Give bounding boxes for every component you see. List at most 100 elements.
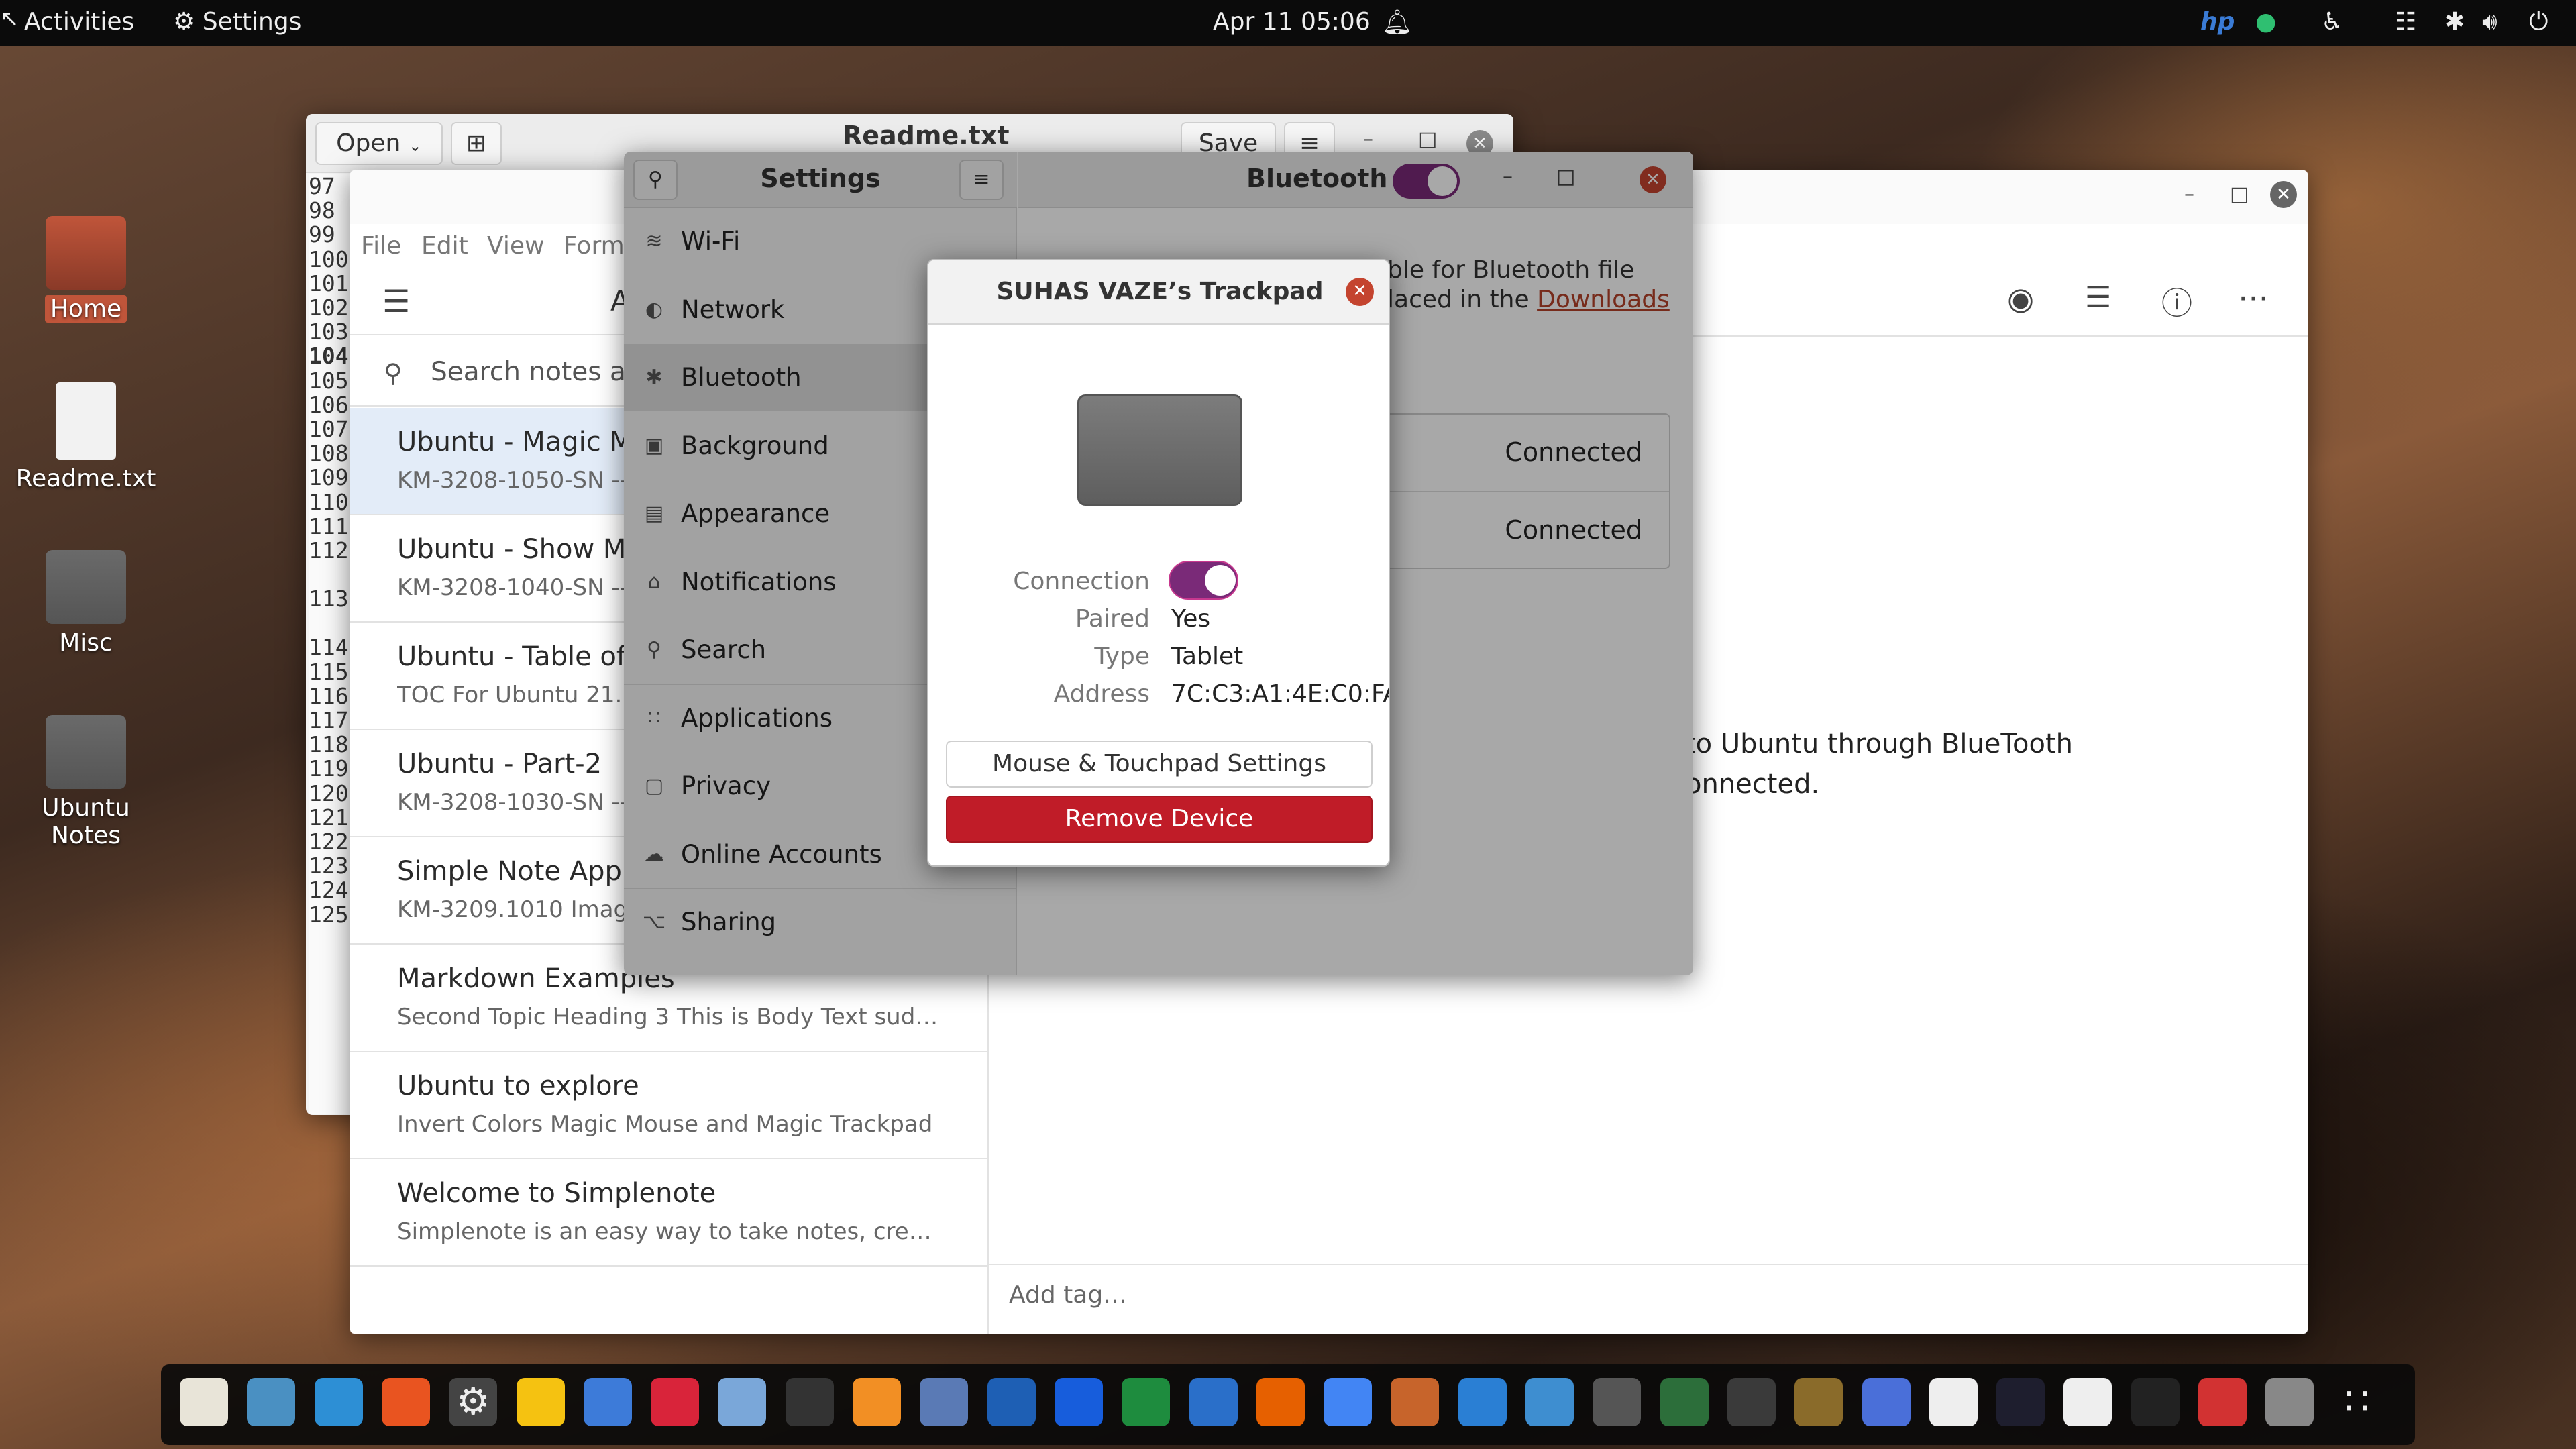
paired-value: Yes: [1171, 605, 1211, 633]
note-list-item[interactable]: Ubuntu to explore Invert Colors Magic Mou…: [350, 1052, 987, 1159]
monitor-icon[interactable]: [1525, 1378, 1574, 1426]
back-arrow-icon[interactable]: [2063, 1378, 2112, 1426]
mouse-touchpad-settings-button[interactable]: Mouse & Touchpad Settings: [946, 741, 1373, 788]
mail-icon[interactable]: [718, 1378, 767, 1426]
maximize-icon[interactable]: □: [2230, 182, 2249, 206]
menu-file[interactable]: File: [361, 232, 401, 260]
volume-icon[interactable]: 🔊︎: [2482, 8, 2498, 36]
line-number: 99: [309, 221, 335, 248]
vscode-icon[interactable]: [1996, 1378, 2045, 1426]
note-list-item[interactable]: Welcome to Simplenote Simplenote is an ea…: [350, 1159, 987, 1267]
menu-format[interactable]: Form: [564, 232, 625, 260]
line-number: 116: [309, 682, 349, 709]
line-number: 107: [309, 416, 349, 443]
preview-eye-icon[interactable]: ◉: [2007, 280, 2034, 317]
open-button[interactable]: Open ⌄: [315, 122, 443, 165]
folder-icon: [46, 550, 126, 624]
new-document-button[interactable]: ⊞: [451, 122, 502, 165]
boxes-icon[interactable]: [1727, 1378, 1776, 1426]
store-bag-icon[interactable]: [583, 1378, 632, 1426]
show-apps-icon[interactable]: ∷: [2333, 1378, 2381, 1426]
editor-title: Readme.txt: [843, 121, 1010, 150]
checklist-app-icon[interactable]: [2198, 1378, 2247, 1426]
settings-gear-icon[interactable]: ⚙: [449, 1378, 498, 1426]
note-title: Ubuntu to explore: [397, 1071, 639, 1102]
activities-button[interactable]: Activities: [24, 8, 134, 36]
screenshot-icon[interactable]: [1862, 1378, 1911, 1426]
checklist-icon[interactable]: ☰: [2085, 280, 2111, 315]
desktop-ubuntu-notes-folder[interactable]: Ubuntu Notes: [12, 715, 160, 849]
software-grid-icon[interactable]: [247, 1378, 296, 1426]
menu-edit[interactable]: Edit: [421, 232, 468, 260]
notes-icon[interactable]: [516, 1378, 565, 1426]
minimize-icon[interactable]: –: [1363, 127, 1373, 151]
address-label: Address: [1053, 680, 1150, 708]
search-input[interactable]: Search notes an: [431, 357, 643, 387]
chrome-icon[interactable]: [1324, 1378, 1373, 1426]
connection-toggle[interactable]: [1169, 561, 1238, 600]
line-number: 123: [309, 853, 349, 879]
line-number-gutter: 97 98 99 100 101 102 103 104 105 106 107 108 109 110 1…: [309, 174, 356, 1114]
accessibility-icon[interactable]: ♿︎: [2321, 8, 2343, 36]
more-options-icon[interactable]: ⋯: [2238, 279, 2269, 315]
bitwarden-icon[interactable]: [1054, 1378, 1103, 1426]
type-value: Tablet: [1171, 643, 1244, 670]
line-number: 100: [309, 246, 349, 272]
desktop-misc-folder[interactable]: Misc: [12, 550, 160, 657]
globe-icon[interactable]: [1660, 1378, 1709, 1426]
close-icon[interactable]: ✕: [1346, 278, 1374, 306]
cursor-icon: ↖: [0, 5, 19, 32]
close-icon[interactable]: ✕: [2270, 181, 2297, 208]
note-body-line[interactable]: onnected.: [1685, 769, 1819, 800]
note-snippet: Simplenote is an easy way to take notes,…: [397, 1218, 941, 1245]
trash-icon[interactable]: [2265, 1378, 2314, 1426]
status-dot-icon[interactable]: ●: [2255, 8, 2276, 36]
hue-icon[interactable]: [651, 1378, 700, 1426]
settings-app-menu[interactable]: ⚙ Settings: [173, 8, 301, 36]
maximize-icon[interactable]: □: [1418, 127, 1437, 151]
sidebar-toggle-icon[interactable]: ☰: [382, 283, 410, 319]
note-body-line[interactable]: to Ubuntu through BlueTooth: [1685, 729, 2073, 759]
line-number: 105: [309, 367, 349, 394]
info-icon[interactable]: ⓘ: [2161, 279, 2192, 323]
app-store-icon[interactable]: [381, 1378, 430, 1426]
add-tag-input[interactable]: Add tag…: [1009, 1281, 1127, 1309]
new-document-icon: ⊞: [466, 129, 487, 157]
windows-icon[interactable]: [314, 1378, 363, 1426]
top-bar: ↖ Activities ⚙ Settings Apr 11 05:06 🔔︎ …: [0, 0, 2576, 46]
desktop-readme-file[interactable]: Readme.txt: [12, 382, 160, 492]
clock[interactable]: Apr 11 05:06: [1213, 8, 1371, 36]
text-editor-icon[interactable]: [920, 1378, 969, 1426]
simplenote-icon[interactable]: [987, 1378, 1036, 1426]
line-number: 101: [309, 270, 349, 297]
bluetooth-icon[interactable]: ✱: [2445, 8, 2465, 36]
gear-icon: ⚙: [173, 8, 195, 36]
hp-icon[interactable]: hp: [2200, 8, 2235, 36]
remote-desktop-icon[interactable]: [1458, 1378, 1507, 1426]
dosbox-icon[interactable]: [1794, 1378, 1843, 1426]
line-number: 108: [309, 440, 349, 467]
document-icon[interactable]: [1189, 1378, 1238, 1426]
power-icon[interactable]: ⏻: [2529, 8, 2548, 36]
menu-view[interactable]: View: [487, 232, 544, 260]
desktop-home-folder[interactable]: Home: [12, 216, 160, 323]
note-snippet: Second Topic Heading 3 This is Body Text…: [397, 1004, 941, 1030]
firefox-icon[interactable]: [1256, 1378, 1305, 1426]
line-number: 112: [309, 537, 349, 564]
files-icon[interactable]: [180, 1378, 228, 1426]
sublime-icon[interactable]: [853, 1378, 901, 1426]
minimize-icon[interactable]: –: [2184, 182, 2194, 206]
text-file-icon: [56, 382, 116, 460]
line-number: 115: [309, 658, 349, 685]
obs-icon[interactable]: [1593, 1378, 1642, 1426]
network-icon[interactable]: ☷: [2395, 8, 2416, 36]
line-number: 117: [309, 707, 349, 734]
search-icon: ⚲: [384, 358, 402, 388]
presentation-icon[interactable]: [1391, 1378, 1440, 1426]
skip-icon[interactable]: [2131, 1378, 2180, 1426]
writer-icon[interactable]: [1929, 1378, 1978, 1426]
spreadsheet-icon[interactable]: [1122, 1378, 1171, 1426]
remove-device-button[interactable]: Remove Device: [946, 796, 1373, 843]
trackpad-image-icon: [1077, 394, 1242, 506]
terminal-icon[interactable]: [785, 1378, 834, 1426]
